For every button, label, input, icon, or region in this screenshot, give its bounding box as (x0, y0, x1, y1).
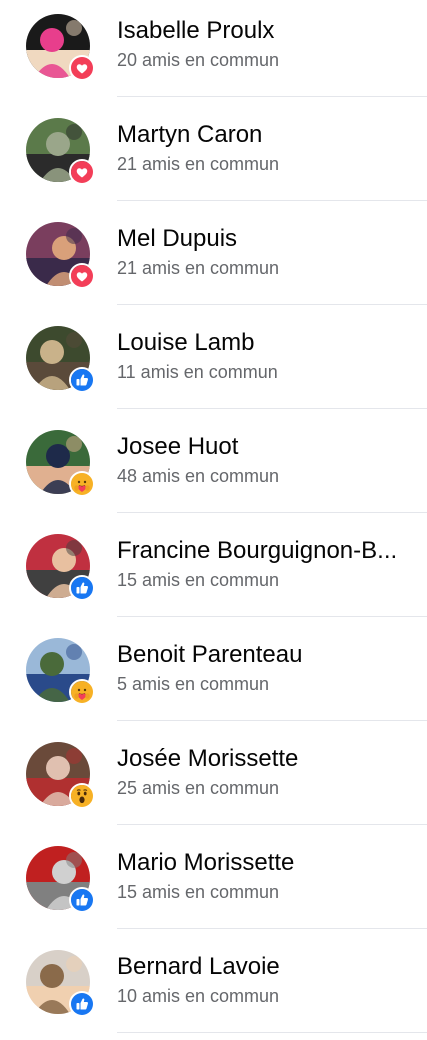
like-reaction-icon (69, 367, 95, 393)
like-reaction-icon (69, 991, 95, 1017)
care-reaction-icon (69, 679, 95, 705)
divider (117, 304, 427, 305)
divider (117, 720, 427, 721)
reactions-list: Isabelle Proulx 20 amis en commun Martyn … (0, 0, 427, 1040)
friend-row[interactable]: Bernard Lavoie 10 amis en commun (0, 936, 427, 1040)
friend-row[interactable]: Benoit Parenteau 5 amis en commun (0, 624, 427, 728)
mutual-friends-count: 10 amis en commun (117, 986, 280, 1006)
friend-name[interactable]: Benoit Parenteau (117, 638, 417, 672)
care-reaction-icon (69, 471, 95, 497)
divider (117, 928, 427, 929)
mutual-friends-count: 48 amis en commun (117, 466, 280, 486)
friend-name[interactable]: Francine Bourguignon-B... (117, 534, 417, 568)
divider (117, 96, 427, 97)
friend-name[interactable]: Isabelle Proulx (117, 14, 417, 48)
wow-reaction-icon (69, 783, 95, 809)
divider (117, 616, 427, 617)
friend-row[interactable]: Francine Bourguignon-B... 15 amis en comm… (0, 520, 427, 624)
mutual-friends-count: 11 amis en commun (117, 362, 278, 382)
divider (117, 408, 427, 409)
friend-row[interactable]: Isabelle Proulx 20 amis en commun (0, 0, 427, 104)
friend-name[interactable]: Bernard Lavoie (117, 950, 417, 984)
like-reaction-icon (69, 887, 95, 913)
mutual-friends-count: 21 amis en commun (117, 258, 280, 278)
divider (117, 824, 427, 825)
divider (117, 200, 427, 201)
friend-row[interactable]: Louise Lamb 11 amis en commun (0, 312, 427, 416)
mutual-friends-count: 21 amis en commun (117, 154, 280, 174)
friend-row[interactable]: Josée Morissette 25 amis en commun (0, 728, 427, 832)
love-reaction-icon (69, 159, 95, 185)
love-reaction-icon (69, 263, 95, 289)
friend-name[interactable]: Josee Huot (117, 430, 417, 464)
friend-name[interactable]: Josée Morissette (117, 742, 417, 776)
friend-name[interactable]: Louise Lamb (117, 326, 417, 360)
mutual-friends-count: 25 amis en commun (117, 778, 280, 798)
friend-name[interactable]: Mel Dupuis (117, 222, 417, 256)
like-reaction-icon (69, 575, 95, 601)
friend-name[interactable]: Martyn Caron (117, 118, 417, 152)
mutual-friends-count: 15 amis en commun (117, 882, 280, 902)
love-reaction-icon (69, 55, 95, 81)
mutual-friends-count: 20 amis en commun (117, 50, 280, 70)
friend-row[interactable]: Martyn Caron 21 amis en commun (0, 104, 427, 208)
divider (117, 1032, 427, 1033)
divider (117, 512, 427, 513)
friend-row[interactable]: Mel Dupuis 21 amis en commun (0, 208, 427, 312)
friend-row[interactable]: Josee Huot 48 amis en commun (0, 416, 427, 520)
mutual-friends-count: 5 amis en commun (117, 674, 270, 694)
mutual-friends-count: 15 amis en commun (117, 570, 280, 590)
friend-row[interactable]: Mario Morissette 15 amis en commun (0, 832, 427, 936)
friend-name[interactable]: Mario Morissette (117, 846, 417, 880)
